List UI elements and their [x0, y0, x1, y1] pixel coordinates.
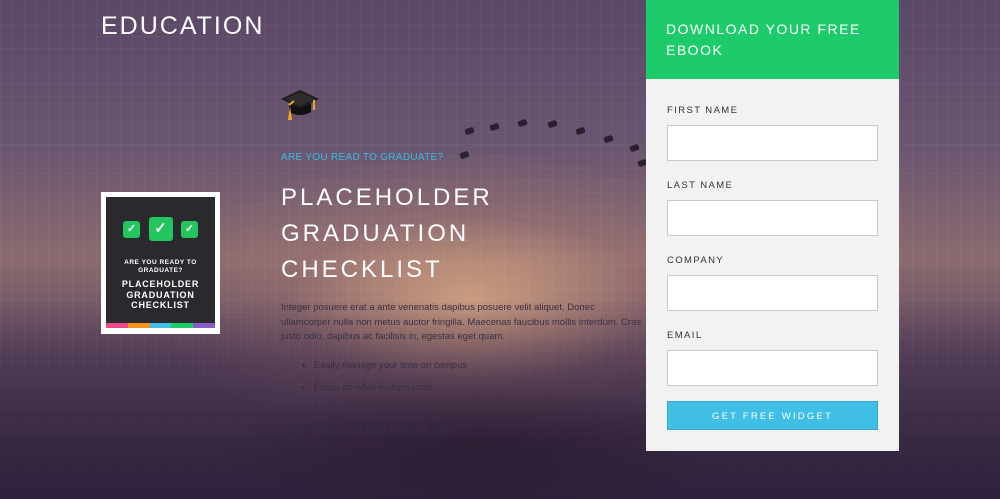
ebook-cover-title: PLACEHOLDER GRADUATION CHECKLIST	[106, 279, 215, 311]
ebook-color-stripe	[106, 323, 215, 328]
checkmark-icon: ✓	[123, 220, 141, 238]
last-name-field[interactable]	[667, 200, 878, 236]
stripe-segment	[106, 323, 128, 328]
download-form-panel: DOWNLOAD YOUR FREE EBOOK FIRST NAME LAST…	[646, 0, 899, 451]
ebook-cover-question-line: ARE YOU READY TO	[124, 259, 197, 266]
hero-title-line: GRADUATION	[281, 220, 470, 247]
stripe-segment	[171, 323, 194, 328]
first-name-field[interactable]	[667, 125, 878, 161]
hero-subhead: ARE YOU READ TO GRADUATE?	[281, 152, 444, 163]
stripe-segment	[127, 323, 150, 328]
first-name-label: FIRST NAME	[667, 105, 739, 116]
hero-body-text: Integer posuere erat a ante venenatis da…	[281, 302, 642, 342]
brand-logo-text[interactable]: EDUCATION	[101, 12, 264, 41]
email-field[interactable]	[667, 350, 878, 386]
feature-list-item: Easily manage your time on campus	[314, 359, 467, 381]
last-name-label: LAST NAME	[667, 180, 734, 191]
checkmark-icon: ✓	[148, 217, 173, 241]
stripe-segment	[149, 323, 172, 328]
stripe-segment	[193, 323, 215, 328]
feature-list: Easily manage your time on campus Focus …	[300, 359, 467, 445]
hero-title-line: PLACEHOLDER	[281, 184, 493, 211]
feature-list-item: Focus on what matters most	[314, 381, 467, 403]
ebook-cover-image: ✓ ✓ ✓ ARE YOU READY TO GRADUATE? PLACEHO…	[101, 192, 220, 334]
hero-title: PLACEHOLDER GRADUATION CHECKLIST	[281, 180, 581, 288]
ebook-cover-question: ARE YOU READY TO GRADUATE?	[106, 259, 215, 275]
get-free-widget-button[interactable]: GET FREE WIDGET	[667, 401, 878, 430]
ebook-cover-title-line: GRADUATION	[126, 289, 195, 300]
ebook-cover-title-line: CHECKLIST	[131, 300, 190, 310]
ebook-cover-question-line: GRADUATE?	[138, 267, 183, 274]
checkmark-icon: ✓	[180, 220, 198, 238]
email-label: EMAIL	[667, 330, 703, 341]
ebook-cover-title-line: PLACEHOLDER	[121, 279, 200, 289]
company-label: COMPANY	[667, 255, 725, 266]
hero-title-line: CHECKLIST	[281, 256, 443, 283]
ebook-checkmarks: ✓ ✓ ✓	[106, 217, 215, 241]
ebook-cover-art: ✓ ✓ ✓ ARE YOU READY TO GRADUATE? PLACEHO…	[106, 197, 215, 328]
feature-list-item: Nullam quis risus eget urna mollis	[314, 424, 467, 446]
graduation-cap-icon	[281, 90, 319, 120]
feature-list-item: Focus on what matters most	[314, 402, 467, 424]
company-field[interactable]	[667, 275, 878, 311]
form-heading: DOWNLOAD YOUR FREE EBOOK	[646, 0, 899, 79]
